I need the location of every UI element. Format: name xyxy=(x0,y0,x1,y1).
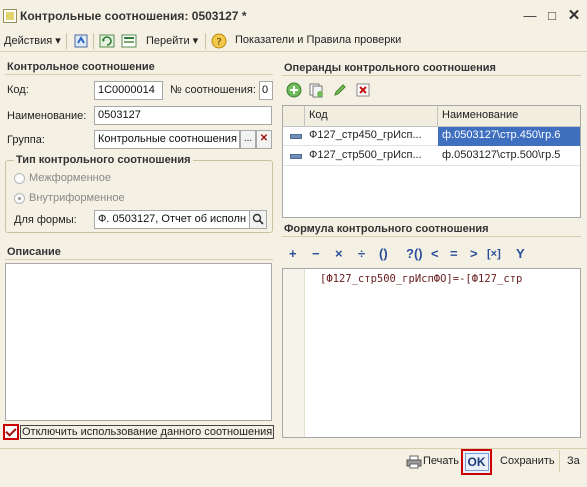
toolbar: Действия ▾ Перейти ▾ ? Показатели и Прав… xyxy=(0,30,587,52)
ok-button[interactable]: OK xyxy=(461,449,492,475)
table-header-marker xyxy=(283,106,305,127)
group-clear-icon[interactable]: ✕ xyxy=(256,130,272,149)
window-title: Контрольные соотношения: 0503127 * xyxy=(20,9,247,23)
disable-relation-label[interactable]: Отключить использование данного соотноше… xyxy=(19,425,275,439)
indicators-rules-button[interactable]: Показатели и Правила проверки xyxy=(235,34,401,46)
greater-than-button[interactable]: > xyxy=(470,246,478,261)
section-divider xyxy=(5,259,273,260)
name-field[interactable]: 0503127 xyxy=(94,106,272,125)
formula-editor[interactable]: [Ф127_стр500_грИспФО]=-[Ф127_стр xyxy=(282,268,581,438)
parentheses-button[interactable]: () xyxy=(379,246,388,261)
operand-code-cell: Ф127_стр500_грИсп... xyxy=(309,149,422,161)
for-form-field[interactable]: Ф. 0503127, Отчет об исполн xyxy=(94,210,250,229)
edit-pencil-icon[interactable] xyxy=(332,82,348,98)
operand-name-cell: ф.0503127\стр.500\гр.5 xyxy=(442,149,561,161)
formula-text[interactable]: [Ф127_стр500_грИспФО]=-[Ф127_стр xyxy=(320,273,522,285)
goto-menu[interactable]: Перейти ▾ xyxy=(146,34,198,47)
description-textarea[interactable] xyxy=(5,263,272,421)
help-icon[interactable]: ? xyxy=(211,33,227,49)
print-button[interactable]: Печать xyxy=(423,455,459,467)
delete-icon[interactable] xyxy=(355,82,371,98)
table-row[interactable]: Ф127_стр500_грИсп... ф.0503127\стр.500\г… xyxy=(283,147,580,166)
bottom-bar xyxy=(0,448,587,487)
relation-type-title: Тип контрольного соотношения xyxy=(14,154,193,166)
insert-operand-button[interactable]: [×] xyxy=(487,248,501,260)
inter-form-label: Межформенное xyxy=(29,172,111,184)
section-divider xyxy=(282,75,581,76)
minus-button[interactable]: − xyxy=(312,246,320,261)
toolbar-separator xyxy=(205,33,206,49)
operand-code-cell: Ф127_стр450_грИсп... xyxy=(309,129,422,141)
inter-form-radio[interactable] xyxy=(14,173,25,184)
operand-name-cell: ф.0503127\стр.450\гр.6 xyxy=(438,127,580,146)
formula-section-title: Формула контрольного соотношения xyxy=(284,223,489,235)
operands-table[interactable]: Код Наименование Ф127_стр450_грИсп... ф.… xyxy=(282,105,581,218)
intra-form-radio[interactable] xyxy=(14,193,25,204)
add-operand-icon[interactable] xyxy=(286,82,302,98)
name-label: Наименование: xyxy=(7,110,87,122)
disable-relation-checkbox[interactable] xyxy=(4,425,18,439)
function-button[interactable]: ?() xyxy=(406,246,423,261)
code-label: Код: xyxy=(7,84,29,96)
close-window-button[interactable]: ✕ xyxy=(566,8,582,24)
number-label: № соотношения: xyxy=(170,84,256,96)
divide-button[interactable]: ÷ xyxy=(358,246,365,261)
close-button[interactable]: За xyxy=(567,455,580,467)
intra-form-label: Внутриформенное xyxy=(29,192,125,204)
group-field[interactable]: Контрольные соотношения xyxy=(94,130,240,149)
search-icon xyxy=(252,213,264,225)
minimize-button[interactable]: — xyxy=(522,8,538,24)
number-field[interactable]: 0 xyxy=(259,81,273,100)
operands-section-title: Операнды контрольного соотношения xyxy=(284,62,496,74)
section-divider xyxy=(282,236,581,237)
row-marker-icon xyxy=(290,134,302,139)
relation-section-title: Контрольное соотношение xyxy=(7,61,155,73)
actions-menu[interactable]: Действия ▾ xyxy=(4,34,61,47)
form-search-button[interactable] xyxy=(249,210,267,229)
svg-text:?: ? xyxy=(216,37,221,48)
for-form-label: Для формы: xyxy=(14,214,77,226)
go-up-icon[interactable] xyxy=(73,33,89,49)
maximize-button[interactable]: □ xyxy=(544,8,560,24)
group-label: Группа: xyxy=(7,134,45,146)
toolbar-separator xyxy=(66,33,67,49)
plus-button[interactable]: + xyxy=(289,246,297,261)
list-view-icon[interactable] xyxy=(121,33,137,49)
app-icon xyxy=(3,9,17,23)
formula-gutter xyxy=(283,269,305,437)
group-select-button[interactable]: ... xyxy=(240,130,256,149)
description-title: Описание xyxy=(7,246,61,258)
less-than-button[interactable]: < xyxy=(431,246,439,261)
multiply-button[interactable]: × xyxy=(335,246,343,261)
equals-button[interactable]: = xyxy=(450,246,458,261)
print-icon[interactable] xyxy=(406,454,422,470)
footer-separator xyxy=(559,450,560,472)
row-marker-icon xyxy=(290,154,302,159)
section-divider xyxy=(5,74,273,75)
check-formula-button[interactable]: Y xyxy=(516,246,525,261)
refresh-icon[interactable] xyxy=(99,33,115,49)
copy-operand-icon[interactable] xyxy=(308,82,324,98)
toolbar-separator xyxy=(93,33,94,49)
code-field[interactable]: 1С0000014 xyxy=(94,81,163,100)
table-header-name[interactable]: Наименование xyxy=(438,106,580,127)
save-button[interactable]: Сохранить xyxy=(500,455,555,467)
table-row[interactable]: Ф127_стр450_грИсп... ф.0503127\стр.450\г… xyxy=(283,127,580,146)
table-header-code[interactable]: Код xyxy=(305,106,438,127)
